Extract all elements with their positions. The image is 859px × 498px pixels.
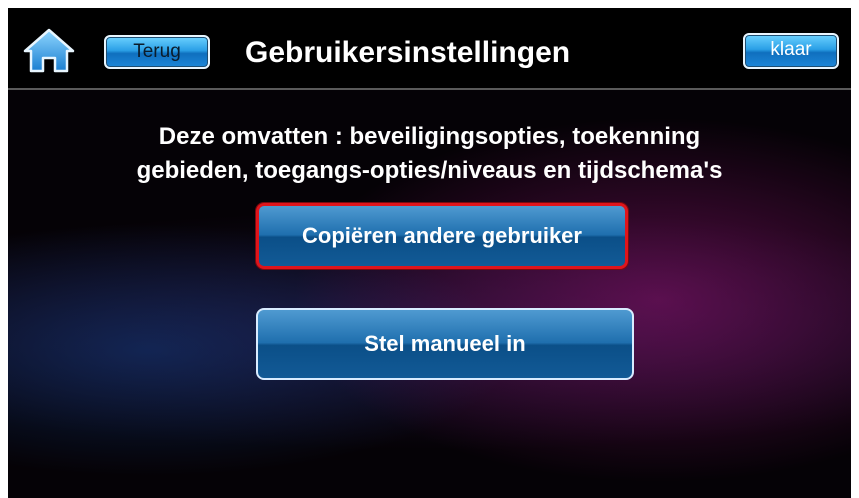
header-bar: Terug Gebruikersinstellingen klaar: [8, 8, 851, 90]
home-icon: [23, 28, 75, 73]
touchscreen: Terug Gebruikersinstellingen klaar Deze …: [8, 8, 851, 498]
page-title: Gebruikersinstellingen: [245, 36, 571, 69]
intro-line-2: gebieden, toegangs-opties/niveaus en tij…: [136, 157, 723, 184]
home-button[interactable]: [22, 26, 76, 74]
intro-line-1: Deze omvatten : beveiligingsopties, toek…: [158, 123, 701, 150]
back-button[interactable]: Terug: [104, 35, 210, 69]
set-manually-button[interactable]: Stel manueel in: [256, 308, 634, 380]
content-area: Deze omvatten : beveiligingsopties, toek…: [8, 90, 851, 498]
copy-other-user-button[interactable]: Copiëren andere gebruiker: [256, 203, 628, 269]
done-button[interactable]: klaar: [743, 33, 839, 69]
intro-text: Deze omvatten : beveiligingsopties, toek…: [48, 120, 811, 188]
